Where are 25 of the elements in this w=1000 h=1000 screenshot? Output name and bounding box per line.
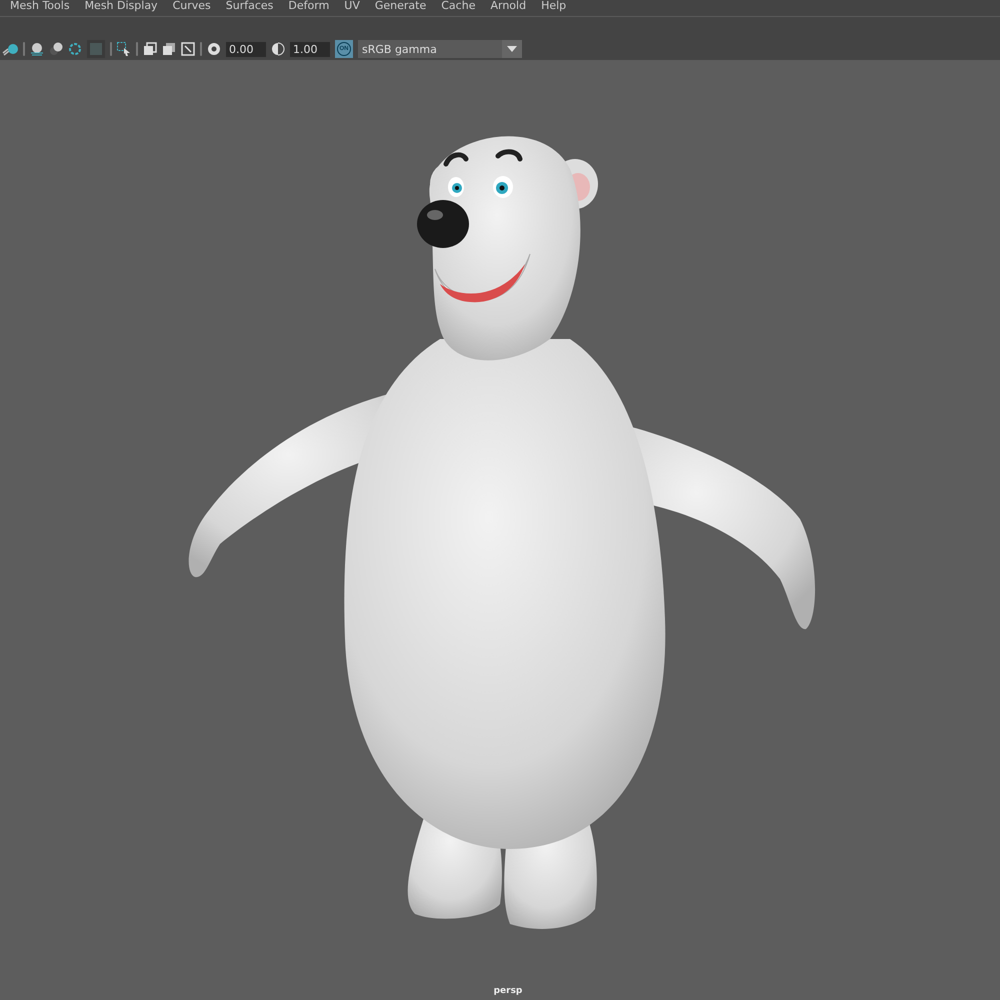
- menu-item[interactable]: Mesh Tools: [10, 0, 70, 12]
- menu-item[interactable]: Mesh Display: [84, 0, 158, 12]
- menu-item[interactable]: Generate: [374, 0, 426, 12]
- menu-item[interactable]: Curves: [172, 0, 211, 12]
- frame-icon[interactable]: [181, 42, 195, 56]
- menu-item[interactable]: Deform: [288, 0, 330, 12]
- gamma-field[interactable]: 1.00: [290, 42, 330, 56]
- sphere-icon[interactable]: [2, 42, 18, 56]
- select-cursor-icon[interactable]: [117, 42, 131, 56]
- overlap-squares-icon[interactable]: [143, 42, 157, 56]
- menu-item[interactable]: Arnold: [490, 0, 526, 12]
- camera-label: persp: [494, 986, 522, 996]
- squares-icon[interactable]: [162, 42, 176, 56]
- spheres-icon[interactable]: [49, 42, 63, 56]
- menu-item[interactable]: Cache: [441, 0, 476, 12]
- sphere-icon[interactable]: [30, 42, 44, 56]
- menu-item[interactable]: Help: [541, 0, 566, 12]
- aperture-icon[interactable]: [207, 42, 221, 56]
- menu-item[interactable]: UV: [344, 0, 360, 12]
- menu-item[interactable]: Surfaces: [226, 0, 274, 12]
- half-circle-icon[interactable]: [271, 42, 285, 56]
- exposure-field[interactable]: 0.00: [226, 42, 266, 56]
- caret-icon[interactable]: [502, 40, 522, 58]
- view-transform-dropdown[interactable]: sRGB gamma: [358, 40, 522, 58]
- dotted-ring-icon[interactable]: [68, 42, 82, 56]
